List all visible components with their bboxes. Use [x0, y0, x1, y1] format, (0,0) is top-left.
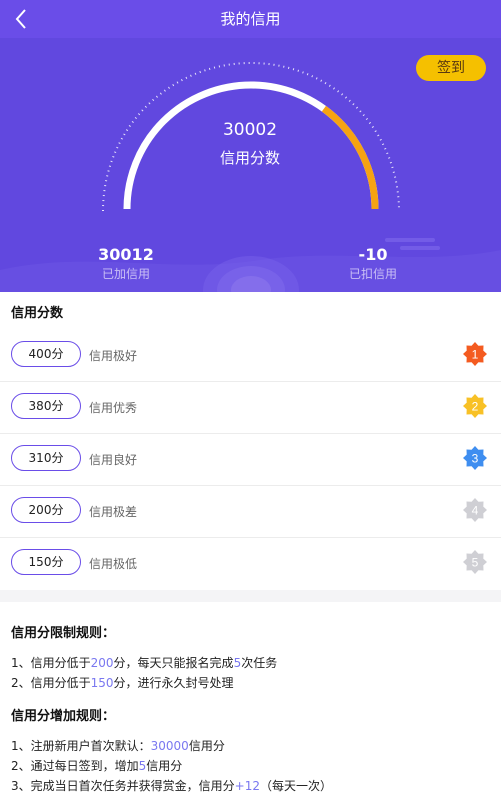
- rule-text: 信用分: [146, 759, 183, 773]
- rule-text: 分，进行永久封号处理: [113, 676, 234, 690]
- rule-text: 分，每天只能报名完成: [113, 656, 234, 670]
- level-score-pill: 380分: [11, 393, 81, 419]
- limit-rule-line: 1、信用分低于200分，每天只能报名完成5次任务: [11, 653, 491, 673]
- level-description: 信用优秀: [89, 401, 138, 415]
- deducted-credit-value: -10: [358, 245, 388, 264]
- level-row: 200分 信用极差 4: [0, 486, 501, 538]
- level-score-pill: 150分: [11, 549, 81, 575]
- rule-text: （每天一次）: [259, 779, 332, 793]
- rule-text: 信用分: [188, 739, 225, 753]
- rule-highlight: 200: [90, 656, 114, 670]
- credit-levels-list: 400分 信用极好 1 380分 信用优秀 2 310分 信用良好 3 200分…: [0, 330, 501, 589]
- level-score-pill: 400分: [11, 341, 81, 367]
- credit-score-value: 30002: [222, 120, 278, 140]
- rule-text: 2、通过每日签到，增加: [11, 759, 139, 773]
- added-credit-value: 30012: [98, 245, 154, 264]
- level-description: 信用极低: [89, 557, 138, 571]
- level-row: 310分 信用良好 3: [0, 434, 501, 486]
- credit-rules: 信用分限制规则： 1、信用分低于200分，每天只能报名完成5次任务 2、信用分低…: [11, 622, 491, 796]
- rule-highlight: +12: [234, 779, 260, 793]
- level-description: 信用极差: [89, 505, 138, 519]
- rank-badge-number: 2: [472, 400, 479, 414]
- rank-badge-icon: 1: [463, 342, 487, 366]
- add-rules-title: 信用分增加规则：: [11, 709, 116, 724]
- added-credit-label: 已加信用: [101, 267, 150, 281]
- rule-text: 3、完成当日首次任务并获得赏金，信用分: [11, 779, 235, 793]
- level-row: 150分 信用极低 5: [0, 538, 501, 589]
- level-row: 400分 信用极好 1: [0, 330, 501, 382]
- checkin-button[interactable]: 签到: [416, 55, 486, 81]
- rank-badge-number: 3: [472, 452, 479, 466]
- rank-badge-icon: 4: [463, 498, 487, 522]
- section-divider: [0, 590, 501, 602]
- rule-highlight: 30000: [150, 739, 189, 753]
- rule-highlight: 150: [90, 676, 114, 690]
- level-description: 信用极好: [89, 349, 138, 363]
- level-row: 380分 信用优秀 2: [0, 382, 501, 434]
- rank-badge-number: 4: [472, 504, 479, 518]
- deducted-credit-label: 已扣信用: [348, 267, 397, 281]
- limit-rule-line: 2、信用分低于150分，进行永久封号处理: [11, 673, 491, 693]
- deducted-credit-stat: -10 已扣信用: [313, 245, 433, 282]
- top-bar: 我的信用: [0, 0, 501, 38]
- rule-text: 1、注册新用户首次默认：: [11, 739, 151, 753]
- level-score-pill: 200分: [11, 497, 81, 523]
- rank-badge-icon: 5: [463, 550, 487, 574]
- rank-badge-number: 1: [472, 348, 479, 362]
- rank-badge-number: 5: [472, 556, 479, 570]
- add-rule-line: 1、注册新用户首次默认：30000信用分: [11, 736, 491, 756]
- credit-levels-title: 信用分数: [11, 306, 64, 321]
- level-score-pill: 310分: [11, 445, 81, 471]
- add-rule-line: 3、完成当日首次任务并获得赏金，信用分+12（每天一次）: [11, 776, 491, 796]
- rank-badge-icon: 2: [463, 394, 487, 418]
- rank-badge-icon: 3: [463, 446, 487, 470]
- rule-text: 1、信用分低于: [11, 656, 91, 670]
- credit-hero-panel: 签到 30002 信用分数 30012 已加信用 -10 已扣信用: [0, 38, 501, 292]
- rule-text: 次任务: [241, 656, 278, 670]
- level-description: 信用良好: [89, 453, 138, 467]
- add-rule-line: 2、通过每日签到，增加5信用分: [11, 756, 491, 776]
- added-credit-stat: 30012 已加信用: [66, 245, 186, 282]
- page-title: 我的信用: [220, 10, 281, 28]
- rule-text: 2、信用分低于: [11, 676, 91, 690]
- limit-rules-title: 信用分限制规则：: [11, 626, 116, 641]
- credit-score-label: 信用分数: [219, 149, 280, 167]
